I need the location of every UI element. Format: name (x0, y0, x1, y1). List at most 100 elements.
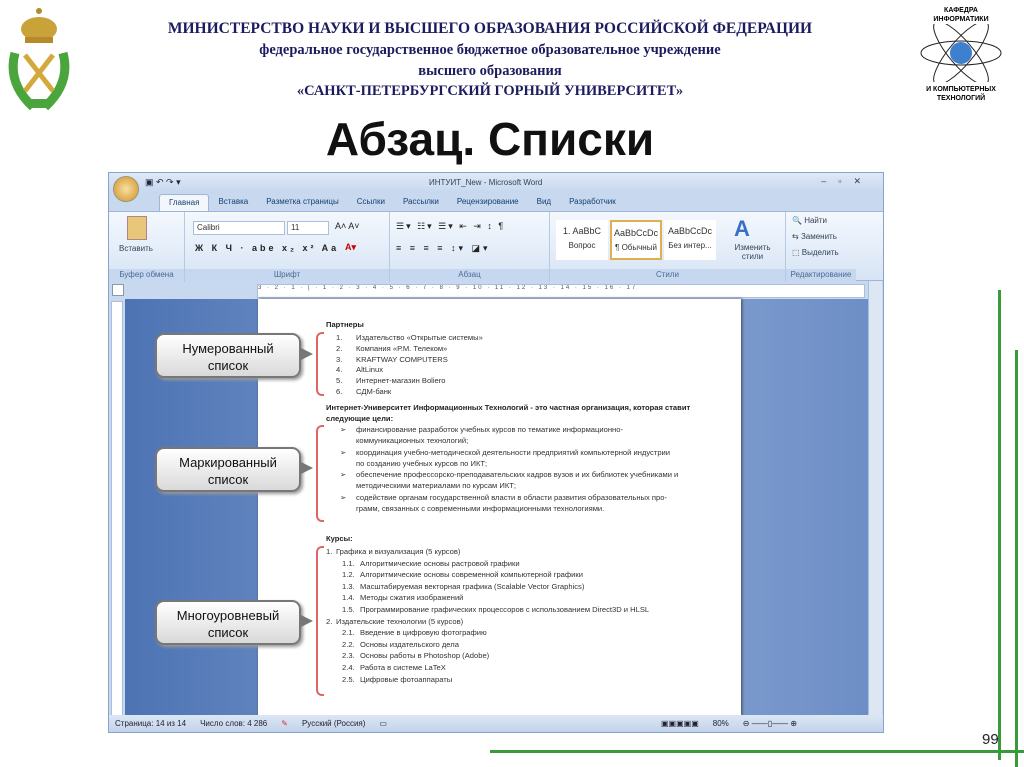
callout-bulleted-list: Маркированный список (155, 447, 313, 492)
style-preview: 1. AaBbC (562, 226, 602, 236)
list-item: Интернет-магазин Boliero (356, 376, 446, 386)
list-item: СДМ-банк (356, 387, 392, 396)
align-buttons[interactable]: ≡ ≡ ≡ ≡ ↕▾ ◪▾ (396, 243, 491, 254)
change-styles-button[interactable]: Изменить стили (730, 243, 775, 261)
group-label: Абзац (390, 269, 549, 281)
office-button[interactable] (113, 176, 139, 202)
paste-button[interactable]: Вставить (119, 244, 153, 253)
title-bar: ▣ ↶ ↷ ▾ ИНТУИТ_New - Microsoft Word –▫✕ (109, 173, 883, 202)
font-color-icon[interactable]: A▾ (345, 242, 356, 253)
style-question[interactable]: 1. AaBbC Вопрос (556, 220, 608, 260)
list-number: 4. (336, 365, 343, 375)
style-no-spacing[interactable]: AaBbCcDc Без интер... (664, 220, 716, 260)
window-title: ИНТУИТ_New - Microsoft Word (429, 178, 543, 187)
grow-shrink-font-icon[interactable]: A˄ A˅ (335, 221, 360, 231)
zoom-level[interactable]: 80% (713, 719, 729, 728)
bullet-item: методическими материалами по курсам ИКТ; (356, 481, 517, 491)
zoom-slider[interactable]: ⊖ ——▯—— ⊕ (743, 719, 797, 728)
callout-text: Маркированный (179, 455, 277, 470)
department-logo: КАФЕДРА ИНФОРМАТИКИ И КОМПЬЮТЕРНЫХ ТЕХНО… (915, 6, 1007, 116)
bullet-item: обеспечение профессорско-преподавательск… (356, 470, 679, 479)
tab-6[interactable]: Вид (528, 194, 560, 212)
style-name: Без интер... (668, 241, 712, 250)
tab-5[interactable]: Рецензирование (448, 194, 528, 212)
multilevel-item: Основы издательского дела (360, 639, 459, 649)
page-count[interactable]: Страница: 14 из 14 (115, 719, 186, 728)
list-number: 1.3. (342, 581, 355, 591)
bracket-numbered (316, 332, 324, 396)
document-page[interactable]: Партнеры 1. Издательство «Открытые системы… (258, 299, 741, 716)
select-label: Выделить (801, 248, 839, 257)
list-number: 1.4. (342, 593, 355, 603)
list-number: 3. (336, 354, 343, 364)
group-styles: 1. AaBbC Вопрос AaBbCcDc ¶ Обычный AaBbCcD… (550, 212, 786, 282)
page-number: 99 (982, 731, 999, 748)
macro-icon[interactable]: ▭ (379, 719, 387, 728)
quick-access-toolbar[interactable]: ▣ ↶ ↷ ▾ (145, 177, 181, 188)
tab-4[interactable]: Рассылки (394, 194, 448, 212)
decor-line (1015, 350, 1018, 767)
group-label: Буфер обмена (109, 269, 184, 281)
replace-label: Заменить (800, 232, 837, 241)
view-buttons[interactable]: ▣▣▣▣▣ (661, 719, 699, 728)
callout-text: список (207, 472, 249, 487)
logo-text: И КОМПЬЮТЕРНЫХ (926, 86, 996, 93)
select-button[interactable]: ⬚ Выделить (792, 248, 839, 257)
bullet-icon: ➢ (340, 470, 347, 479)
replace-button[interactable]: ⇆ Заменить (792, 232, 837, 241)
tab-1[interactable]: Вставка (209, 194, 257, 212)
list-item: Компания «Р.М. Телеком» (356, 343, 448, 353)
style-preview: AaBbCcDc (613, 228, 658, 238)
font-name-select[interactable]: Calibri (193, 221, 285, 235)
spellcheck-icon[interactable]: ✎ (281, 719, 288, 728)
bullet-item: грамм, связанных с современными информац… (356, 503, 605, 513)
font-format-buttons[interactable]: Ж К Ч · abe x₂ x² Aa (195, 243, 339, 253)
list-buttons[interactable]: ☰▾ ☷▾ ☰▾ ⇤ ⇥ ↕ ¶ (396, 221, 505, 232)
list-number: 1. (326, 547, 333, 556)
style-normal[interactable]: AaBbCcDc ¶ Обычный (610, 220, 662, 260)
list-number: 2.5. (342, 674, 355, 684)
logo-text: ИНФОРМАТИКИ (933, 16, 989, 23)
font-size-select[interactable]: 11 (287, 221, 329, 235)
horizontal-ruler[interactable]: 3 · 2 · 1 · | · 1 · 2 · 3 · 4 · 5 · 6 · … (257, 284, 865, 298)
slide-title: Абзац. Списки (325, 113, 655, 165)
intro-text: Интернет-Университет Информационных Техн… (326, 403, 691, 412)
header-education: высшего образования (418, 63, 562, 79)
callout-text: список (207, 358, 249, 373)
callout-numbered-list: Нумерованный список (155, 333, 313, 378)
window-controls[interactable]: –▫✕ (821, 176, 873, 187)
vertical-scrollbar[interactable] (868, 281, 882, 716)
word-count[interactable]: Число слов: 4 286 (200, 719, 267, 728)
style-name: Вопрос (568, 241, 596, 250)
multilevel-item: Основы работы в Photoshop (Adobe) (360, 651, 490, 661)
list-item: AltLinux (356, 365, 384, 375)
list-number: 2.4. (342, 663, 355, 672)
group-editing: 🔍 Найти ⇆ Заменить ⬚ Выделить Редактиров… (786, 212, 856, 282)
style-name: ¶ Обычный (615, 243, 657, 252)
partners-heading: Партнеры (326, 320, 364, 329)
multilevel-item: Графика и визуализация (5 курсов) (336, 547, 461, 556)
bullet-icon: ➢ (340, 425, 347, 434)
tab-0[interactable]: Главная (159, 194, 210, 212)
bullet-item: по созданию учебных курсов по ИКТ; (356, 458, 488, 468)
vertical-ruler[interactable] (111, 301, 123, 716)
multilevel-item: Алгоритмические основы современной компь… (360, 570, 583, 580)
find-button[interactable]: 🔍 Найти (792, 216, 827, 225)
status-bar: Страница: 14 из 14 Число слов: 4 286 ✎ Р… (109, 715, 883, 732)
list-number: 1.2. (342, 570, 355, 580)
bullet-icon: ➢ (340, 492, 347, 502)
list-number: 2.1. (342, 628, 355, 638)
callout-text: Многоуровневый (176, 608, 280, 623)
list-number: 5. (336, 376, 343, 386)
multilevel-item: Работа в системе LaTeX (360, 663, 446, 672)
bullet-item: содействие органам государственной власт… (356, 492, 668, 502)
tab-2[interactable]: Разметка страницы (257, 194, 348, 212)
language[interactable]: Русский (Россия) (302, 719, 365, 728)
tab-3[interactable]: Ссылки (348, 194, 394, 212)
ribbon-tabs: Главная Вставка Разметка страницы Ссылки Рас… (159, 194, 625, 212)
list-number: 1.1. (342, 558, 355, 568)
group-font: Calibri 11 A˄ A˅ Ж К Ч · abe x₂ x² Aa A▾… (185, 212, 390, 282)
list-number: 1. (336, 333, 343, 342)
tab-7[interactable]: Разработчик (560, 194, 625, 212)
tab-selector[interactable] (112, 284, 124, 296)
